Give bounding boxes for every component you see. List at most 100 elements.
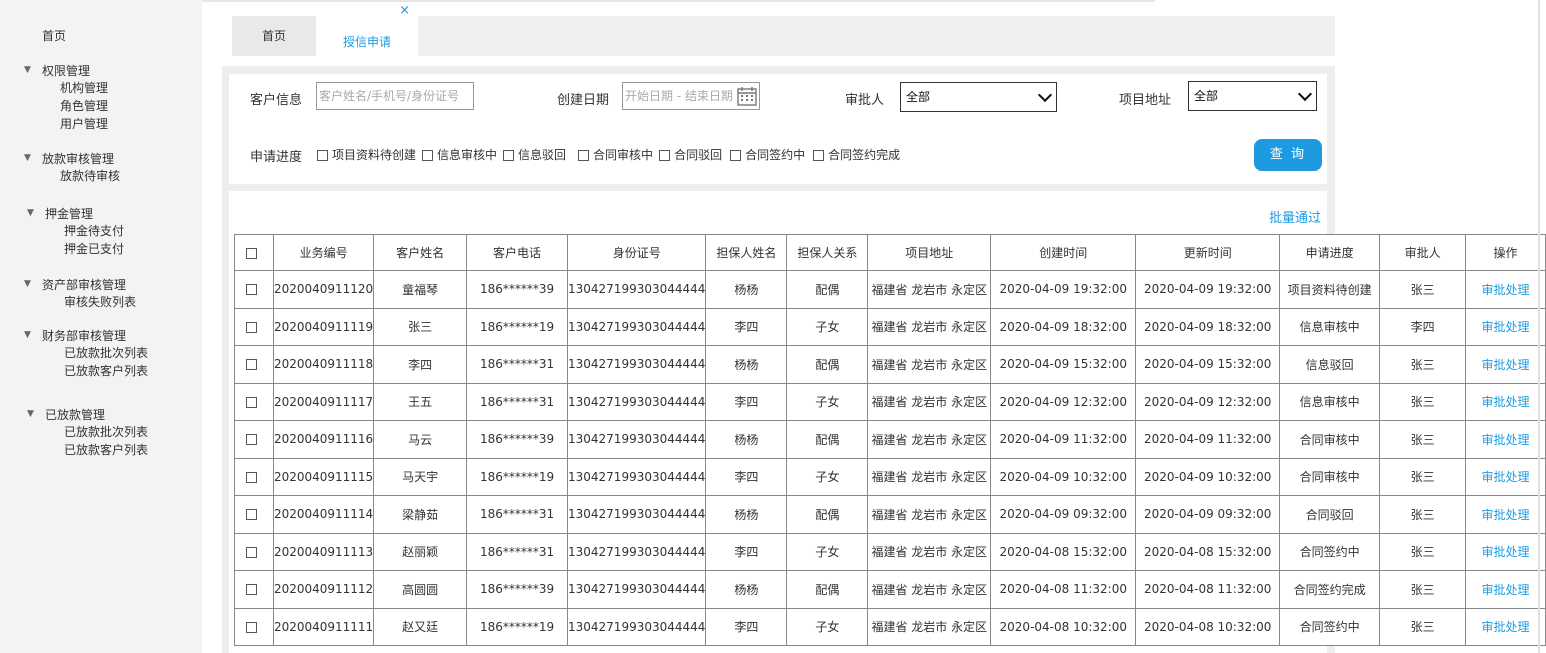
project-address-cell: 福建省 龙岩市 永定区 (867, 270, 992, 309)
sidebar-group-title: 押金管理 (45, 206, 94, 221)
tab-label: 授信申请 (342, 35, 391, 49)
action-cell[interactable]: 审批处理 (1465, 382, 1546, 421)
progress-option[interactable]: 信息驳回 (503, 146, 566, 163)
column-header: 业务编号 (272, 234, 375, 271)
column-header: 担保人姓名 (705, 234, 788, 271)
action-cell[interactable]: 审批处理 (1465, 420, 1546, 459)
action-cell[interactable]: 审批处理 (1465, 495, 1546, 534)
project-address-cell: 福建省 龙岩市 永定区 (867, 570, 992, 609)
updated-time-cell: 2020-04-09 11:32:00 (1135, 420, 1281, 459)
action-cell[interactable]: 审批处理 (1465, 307, 1546, 346)
column-header: 客户电话 (466, 234, 568, 271)
sidebar-group-header[interactable]: ▼ 已放款管理 (27, 405, 148, 423)
row-checkbox[interactable] (246, 546, 258, 558)
calendar-icon[interactable] (737, 86, 757, 106)
progress-option[interactable]: 合同驳回 (659, 146, 722, 163)
sidebar-item-batch-list[interactable]: 已放款批次列表 (24, 344, 148, 362)
sidebar-group-header[interactable]: ▼ 资产部审核管理 (24, 275, 136, 293)
sidebar-item-loaned-batch[interactable]: 已放款批次列表 (27, 423, 148, 441)
checkbox[interactable] (317, 150, 328, 161)
tab-bar: 首页 授信申请 × (232, 3, 1335, 56)
updated-time-cell: 2020-04-08 10:32:00 (1135, 607, 1281, 646)
progress-option-label: 合同驳回 (674, 148, 723, 162)
id-number-cell: 130427199303044444 (566, 532, 707, 571)
checkbox[interactable] (730, 150, 742, 161)
checkbox[interactable] (659, 150, 671, 161)
row-checkbox[interactable] (246, 509, 258, 521)
row-checkbox[interactable] (246, 396, 258, 408)
guarantor-relation-cell: 配偶 (786, 420, 869, 459)
sidebar-item-loaned-customer[interactable]: 已放款客户列表 (27, 441, 148, 459)
row-checkbox[interactable] (246, 621, 258, 633)
close-icon[interactable]: × (399, 2, 410, 20)
approver-cell: 张三 (1379, 457, 1466, 496)
row-checkbox[interactable] (246, 359, 258, 371)
sidebar-group-header[interactable]: ▼ 放款审核管理 (24, 149, 120, 167)
customer-name-cell: 李四 (373, 345, 468, 384)
row-select-cell (234, 270, 274, 309)
action-cell[interactable]: 审批处理 (1465, 532, 1546, 571)
business-id-cell: 2020040911113 (272, 532, 375, 571)
tab-credit-application[interactable]: 授信申请 × (316, 3, 418, 56)
checkbox[interactable] (578, 150, 590, 161)
sidebar-item-customer-list[interactable]: 已放款客户列表 (24, 362, 148, 380)
id-number-cell: 130427199303044444 (566, 382, 707, 421)
progress-option[interactable]: 合同审核中 (578, 146, 653, 163)
sidebar-item-user[interactable]: 用户管理 (24, 115, 108, 133)
row-checkbox[interactable] (246, 584, 258, 596)
sidebar-item-deposit-unpaid[interactable]: 押金待支付 (27, 222, 124, 240)
sidebar-group-header[interactable]: ▼ 财务部审核管理 (24, 326, 148, 344)
progress-option[interactable]: 合同签约中 (730, 146, 805, 163)
progress-option-label: 信息驳回 (518, 148, 567, 162)
progress-option[interactable]: 合同签约完成 (813, 146, 900, 163)
progress-option-label: 信息审核中 (437, 148, 498, 162)
sidebar-group-loaned: ▼ 已放款管理 已放款批次列表 已放款客户列表 (27, 405, 148, 459)
sidebar-item-home[interactable]: 首页 (42, 27, 66, 44)
customer-search-input[interactable]: 客户姓名/手机号/身份证号 (316, 82, 474, 110)
address-select[interactable]: 全部 (1188, 81, 1317, 111)
guarantor-relation-cell: 子女 (786, 382, 869, 421)
sidebar-item-loan-pending[interactable]: 放款待审核 (24, 167, 120, 185)
progress-option[interactable]: 信息审核中 (422, 146, 497, 163)
business-id-cell: 2020040911114 (272, 495, 375, 534)
sidebar-item-org[interactable]: 机构管理 (24, 79, 108, 97)
guarantor-name-cell: 杨杨 (705, 495, 788, 534)
caret-down-icon: ▼ (24, 65, 31, 75)
sidebar-item-review-failed[interactable]: 审核失败列表 (24, 293, 136, 311)
sidebar-item-deposit-paid[interactable]: 押金已支付 (27, 240, 124, 258)
query-button[interactable]: 查 询 (1254, 139, 1322, 171)
row-checkbox[interactable] (246, 321, 258, 333)
table-row: 2020040911112 高圆圆 186******39 1304271993030… (234, 570, 1546, 609)
id-number-cell: 130427199303044444 (566, 495, 707, 534)
row-checkbox[interactable] (246, 471, 258, 483)
checkbox[interactable] (503, 150, 515, 161)
guarantor-name-cell: 杨杨 (705, 570, 788, 609)
tab-home[interactable]: 首页 (232, 16, 316, 56)
sidebar-group-header[interactable]: ▼ 押金管理 (27, 204, 124, 222)
checkbox[interactable] (422, 150, 434, 161)
column-header: 创建时间 (990, 234, 1137, 271)
sidebar-group-deposit: ▼ 押金管理 押金待支付 押金已支付 (27, 204, 124, 258)
batch-approve-link[interactable]: 批量通过 (1269, 207, 1321, 226)
action-cell[interactable]: 审批处理 (1465, 570, 1546, 609)
project-address-cell: 福建省 龙岩市 永定区 (867, 345, 992, 384)
row-checkbox[interactable] (246, 434, 258, 446)
action-cell[interactable]: 审批处理 (1465, 607, 1546, 646)
id-number-cell: 130427199303044444 (566, 420, 707, 459)
action-cell[interactable]: 审批处理 (1465, 270, 1546, 309)
action-cell[interactable]: 审批处理 (1465, 457, 1546, 496)
business-id-cell: 2020040911118 (272, 345, 375, 384)
table-header-row: 业务编号 客户姓名 客户电话 身份证号 担保人姓名 担保人关系 项目地址 创建时… (234, 234, 1546, 271)
sidebar-group-header[interactable]: ▼ 权限管理 (24, 61, 108, 79)
customer-name-cell: 赵丽颖 (373, 532, 468, 571)
select-all-checkbox[interactable] (246, 247, 258, 259)
progress-option[interactable]: 项目资料待创建 (317, 146, 416, 163)
date-range-input[interactable]: 开始日期 - 结束日期 (622, 82, 760, 110)
approver-select[interactable]: 全部 (900, 82, 1057, 112)
row-checkbox[interactable] (246, 284, 258, 296)
guarantor-relation-cell: 子女 (786, 532, 869, 571)
sidebar-item-role[interactable]: 角色管理 (24, 97, 108, 115)
column-header: 更新时间 (1135, 234, 1281, 271)
action-cell[interactable]: 审批处理 (1465, 345, 1546, 384)
checkbox[interactable] (813, 150, 825, 161)
